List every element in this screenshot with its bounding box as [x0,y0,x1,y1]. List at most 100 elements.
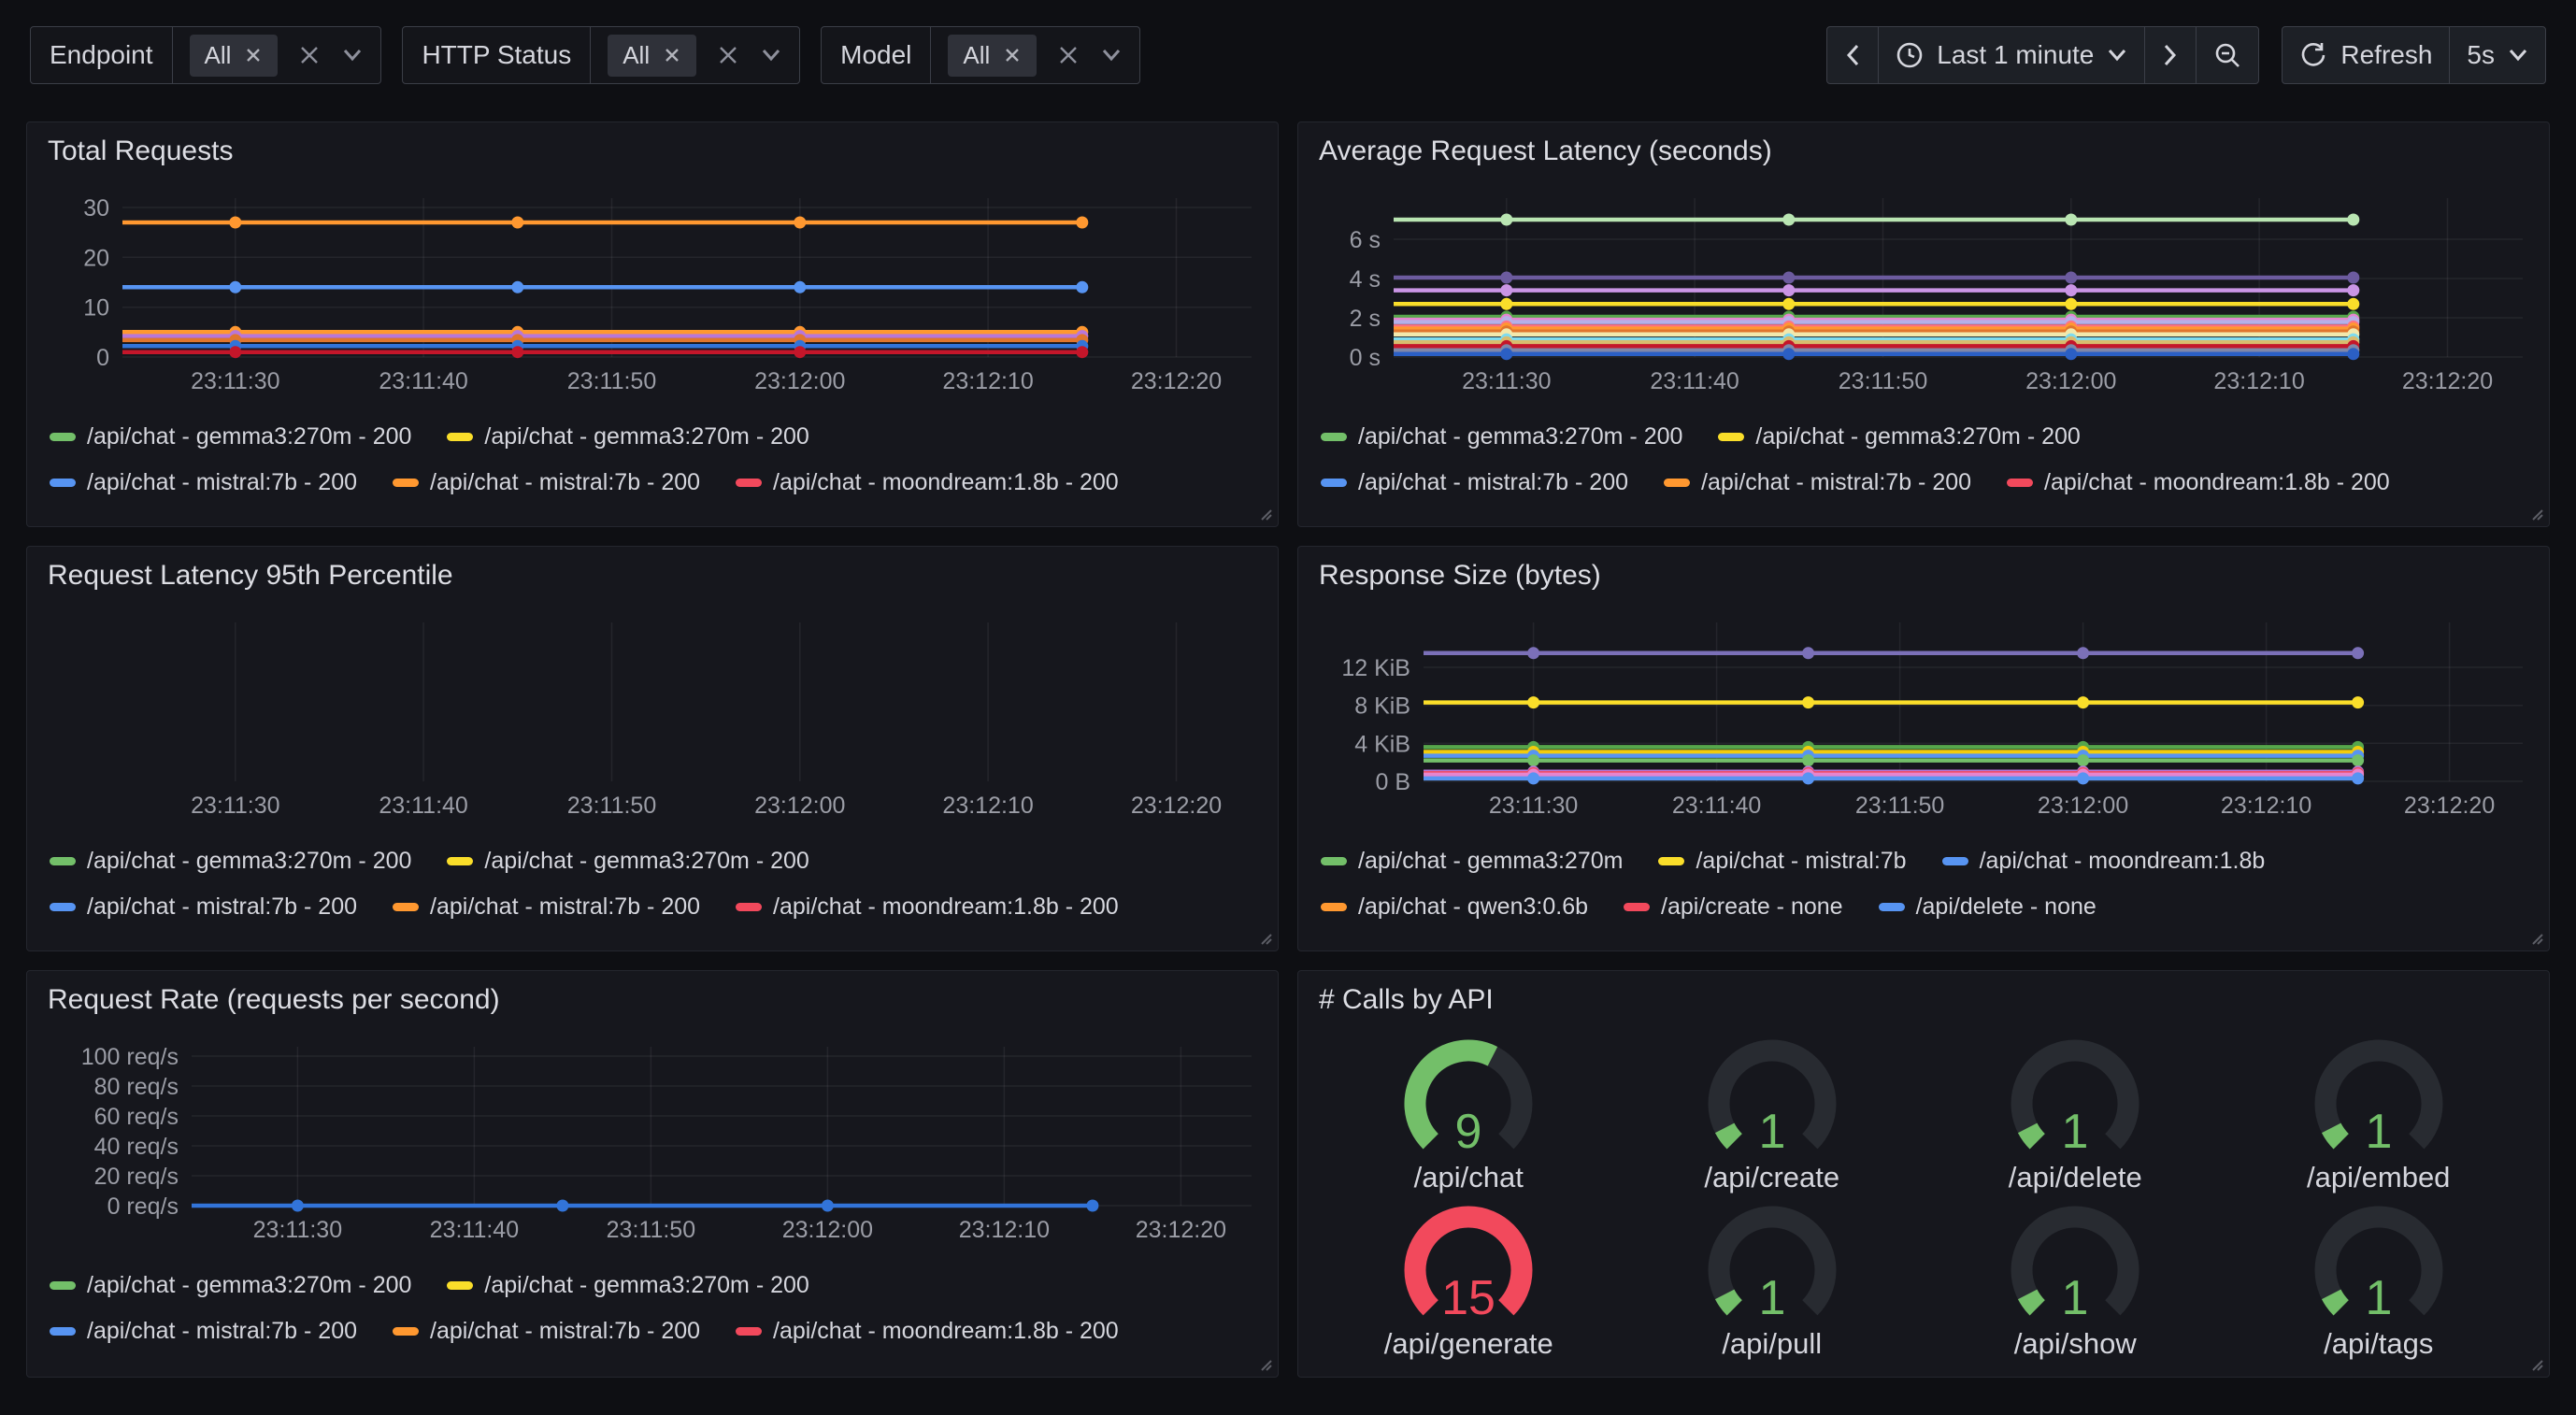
time-range-picker-button[interactable]: Last 1 minute [1878,26,2145,84]
avg-latency-chart[interactable]: 23:11:3023:11:4023:11:5023:12:0023:12:10… [1311,175,2534,397]
latency-p95-chart[interactable]: 23:11:3023:11:4023:11:5023:12:0023:12:10… [40,599,1263,822]
svg-text:10: 10 [83,295,109,322]
legend-item[interactable]: /api/chat - mistral:7b - 200 [393,469,700,496]
panel-title[interactable]: Response Size (bytes) [1319,560,1601,592]
legend-series-label[interactable]: /api/chat - gemma3:270m - 200 [1358,423,1682,450]
legend-series-label[interactable]: /api/chat - moondream:1.8b - 200 [2044,469,2390,496]
legend-series-label[interactable]: /api/chat - moondream:1.8b [1980,848,2266,875]
legend-item[interactable]: /api/chat - mistral:7b - 200 [1321,469,1628,496]
legend-item[interactable]: /api/chat - mistral:7b - 200 [50,469,357,496]
panel-title[interactable]: Request Latency 95th Percentile [48,560,453,592]
refresh-button[interactable]: Refresh [2282,26,2450,84]
remove-chip-icon[interactable] [244,46,263,64]
panel-title[interactable]: Total Requests [48,136,233,167]
legend-row: /api/chat - mistral:7b - 200/api/chat - … [1321,469,2390,496]
panel-title[interactable]: # Calls by API [1319,984,1494,1016]
legend-item[interactable]: /api/chat - mistral:7b - 200 [393,1318,700,1345]
filter-http-status-chip[interactable]: All [608,35,696,77]
legend-series-label[interactable]: /api/chat - moondream:1.8b - 200 [773,893,1119,921]
filter-http-status: HTTP Status All [402,26,800,84]
legend-series-label[interactable]: /api/chat - mistral:7b - 200 [87,893,357,921]
zoom-out-icon [2213,41,2241,69]
filter-endpoint-chip[interactable]: All [190,35,279,77]
legend-item[interactable]: /api/chat - moondream:1.8b - 200 [736,469,1119,496]
legend-item[interactable]: /api/chat - mistral:7b - 200 [50,893,357,921]
total-requests-chart[interactable]: 23:11:3023:11:4023:11:5023:12:0023:12:10… [40,175,1263,397]
refresh-interval-button[interactable]: 5s [2449,26,2546,84]
time-shift-forward-button[interactable] [2144,26,2197,84]
legend-item[interactable]: /api/chat - gemma3:270m - 200 [50,423,411,450]
zoom-out-time-button[interactable] [2196,26,2259,84]
panel-title[interactable]: Request Rate (requests per second) [48,984,500,1016]
panel-resize-handle[interactable] [2529,931,2544,946]
legend-series-label[interactable]: /api/chat - mistral:7b [1696,848,1906,875]
filter-http-status-value[interactable]: All [591,27,799,83]
clear-filter-icon[interactable] [298,44,321,66]
chevron-down-icon[interactable] [341,48,364,63]
time-range-text: Last 1 minute [1937,40,2094,70]
legend-item[interactable]: /api/delete - none [1879,893,2097,921]
legend-item[interactable]: /api/chat - gemma3:270m - 200 [447,848,809,875]
legend-series-label[interactable]: /api/chat - mistral:7b - 200 [87,469,357,496]
chevron-down-icon[interactable] [760,48,782,63]
clear-filter-icon[interactable] [717,44,739,66]
panel-title[interactable]: Average Request Latency (seconds) [1319,136,1772,167]
legend-row: /api/chat - gemma3:270m - 200/api/chat -… [50,423,1119,450]
clear-filter-icon[interactable] [1057,44,1080,66]
legend-series-label[interactable]: /api/chat - qwen3:0.6b [1358,893,1588,921]
legend-series-label[interactable]: /api/chat - mistral:7b - 200 [430,1318,700,1345]
svg-text:100 req/s: 100 req/s [81,1044,179,1070]
legend-series-label[interactable]: /api/chat - gemma3:270m - 200 [1755,423,2080,450]
time-shift-back-button[interactable] [1826,26,1879,84]
legend-item[interactable]: /api/chat - gemma3:270m - 200 [1321,423,1682,450]
legend-item[interactable]: /api/chat - gemma3:270m - 200 [1718,423,2080,450]
legend-series-label[interactable]: /api/chat - mistral:7b - 200 [430,893,700,921]
legend-item[interactable]: /api/chat - gemma3:270m - 200 [447,423,809,450]
legend-series-label[interactable]: /api/chat - gemma3:270m - 200 [484,1272,809,1299]
legend-series-label[interactable]: /api/chat - gemma3:270m - 200 [87,1272,411,1299]
filter-model-value[interactable]: All [931,27,1139,83]
legend-item[interactable]: /api/chat - gemma3:270m - 200 [50,1272,411,1299]
filter-model-chip[interactable]: All [948,35,1037,77]
legend-item[interactable]: /api/create - none [1624,893,1843,921]
legend-series-label[interactable]: /api/chat - gemma3:270m - 200 [87,848,411,875]
legend-item[interactable]: /api/chat - qwen3:0.6b [1321,893,1588,921]
filter-endpoint-value[interactable]: All [173,27,381,83]
legend-series-label[interactable]: /api/chat - mistral:7b - 200 [1701,469,1971,496]
legend-series-label[interactable]: /api/chat - gemma3:270m - 200 [484,423,809,450]
legend-series-label[interactable]: /api/delete - none [1916,893,2097,921]
legend-item[interactable]: /api/chat - moondream:1.8b [1942,848,2266,875]
legend-series-label[interactable]: /api/chat - mistral:7b - 200 [430,469,700,496]
legend-series-label[interactable]: /api/chat - gemma3:270m - 200 [484,848,809,875]
chevron-down-icon[interactable] [1100,48,1123,63]
legend-item[interactable]: /api/chat - gemma3:270m - 200 [50,848,411,875]
legend-series-label[interactable]: /api/chat - gemma3:270m - 200 [87,423,411,450]
legend-item[interactable]: /api/chat - moondream:1.8b - 200 [736,1318,1119,1345]
response-size-chart[interactable]: 23:11:3023:11:4023:11:5023:12:0023:12:10… [1311,599,2534,822]
legend-series-label[interactable]: /api/chat - mistral:7b - 200 [87,1318,357,1345]
legend-item[interactable]: /api/chat - moondream:1.8b - 200 [736,893,1119,921]
panel-resize-handle[interactable] [2529,1357,2544,1372]
panel-resize-handle[interactable] [2529,507,2544,522]
legend-series-label[interactable]: /api/chat - moondream:1.8b - 200 [773,469,1119,496]
panel-total-requests: Total Requests 23:11:3023:11:4023:11:502… [26,121,1279,527]
request-rate-chart[interactable]: 23:11:3023:11:4023:11:5023:12:0023:12:10… [40,1023,1263,1246]
legend-series-label[interactable]: /api/chat - mistral:7b - 200 [1358,469,1628,496]
panel-resize-handle[interactable] [1258,931,1273,946]
legend-item[interactable]: /api/chat - mistral:7b [1658,848,1906,875]
legend-item[interactable]: /api/chat - gemma3:270m [1321,848,1623,875]
legend-item[interactable]: /api/chat - mistral:7b - 200 [50,1318,357,1345]
legend-item[interactable]: /api/chat - gemma3:270m - 200 [447,1272,809,1299]
legend-series-label[interactable]: /api/chat - moondream:1.8b - 200 [773,1318,1119,1345]
legend-item[interactable]: /api/chat - moondream:1.8b - 200 [2007,469,2390,496]
legend-series-label[interactable]: /api/chat - gemma3:270m [1358,848,1623,875]
remove-chip-icon[interactable] [663,46,681,64]
legend-series-label[interactable]: /api/create - none [1661,893,1843,921]
legend-item[interactable]: /api/chat - mistral:7b - 200 [393,893,700,921]
legend-item[interactable]: /api/chat - mistral:7b - 200 [1664,469,1971,496]
svg-text:23:11:40: 23:11:40 [379,793,467,819]
legend-series-marker [1879,903,1905,911]
panel-resize-handle[interactable] [1258,507,1273,522]
remove-chip-icon[interactable] [1003,46,1022,64]
panel-resize-handle[interactable] [1258,1357,1273,1372]
